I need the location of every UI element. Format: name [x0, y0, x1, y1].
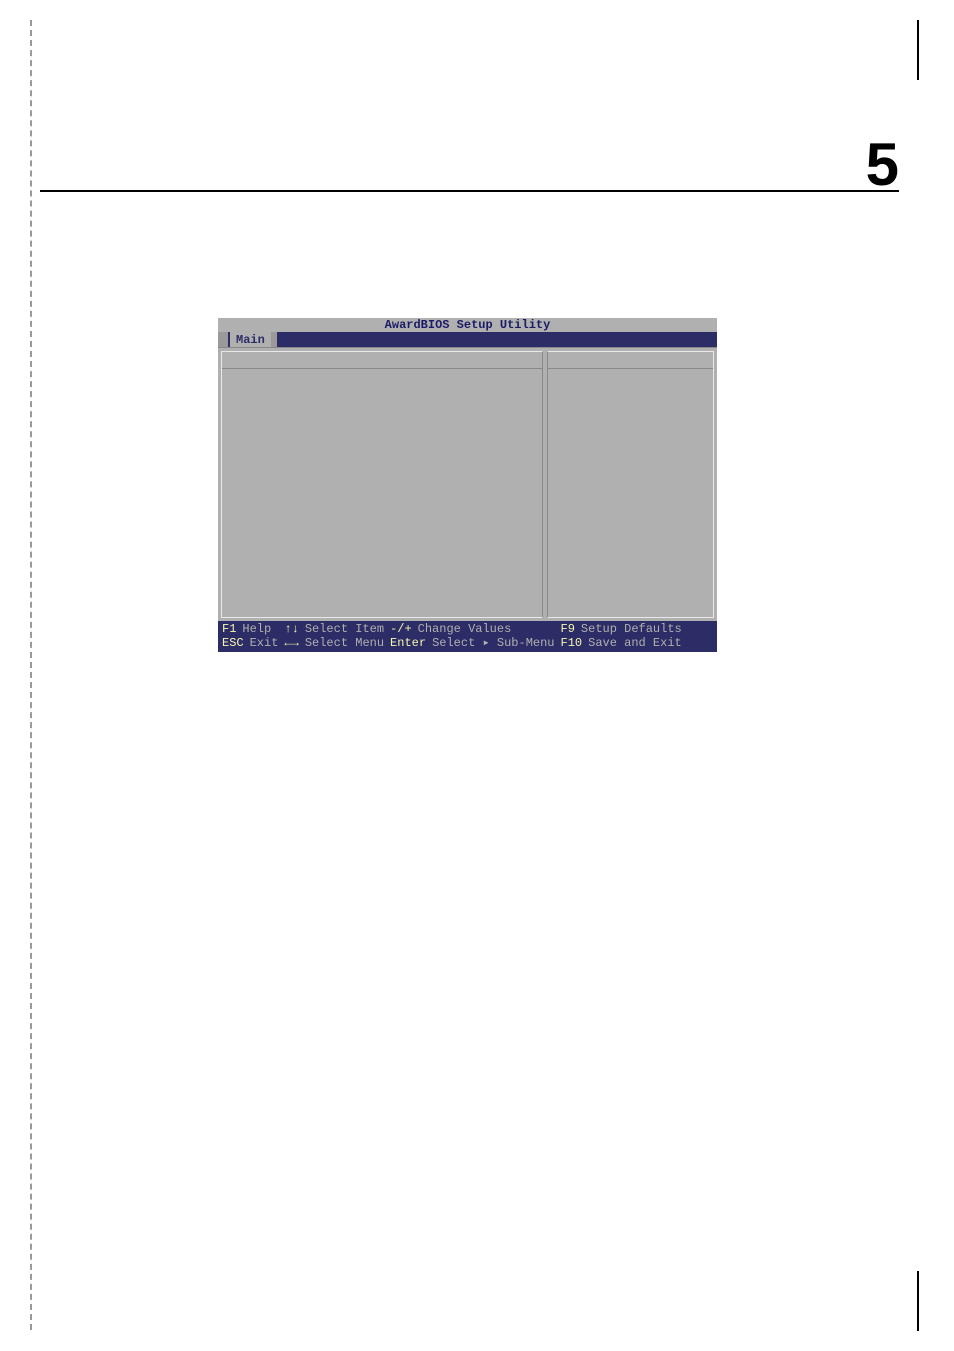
- right-margin-line-top: [917, 20, 919, 80]
- bios-tab-bar: Main: [218, 332, 717, 347]
- footer-label-select-submenu: Select ▸ Sub-Menu: [432, 636, 554, 650]
- tab-notch-left: [218, 332, 228, 347]
- footer-key-enter: Enter: [390, 636, 426, 650]
- footer-col-1: F1 Help ESC Exit: [222, 622, 278, 650]
- footer-key-updown: ↑↓: [284, 622, 298, 636]
- page-frame: 5 AwardBIOS Setup Utility Main F1 Help: [0, 0, 954, 1351]
- footer-label-help: Help: [242, 622, 271, 636]
- bios-window: AwardBIOS Setup Utility Main F1 Help ESC: [218, 318, 717, 652]
- footer-col-2: ↑↓ Select Item ←→ Select Menu: [284, 622, 384, 650]
- footer-label-exit: Exit: [250, 636, 279, 650]
- left-margin-dashed-line: [30, 20, 32, 1330]
- bios-main-panel: [221, 351, 543, 618]
- footer-label-setup-defaults: Setup Defaults: [581, 622, 682, 636]
- footer-key-esc: ESC: [222, 636, 244, 650]
- footer-label-change-values: Change Values: [418, 622, 512, 636]
- bios-body: [218, 347, 717, 621]
- footer-key-f1: F1: [222, 622, 236, 636]
- header-horizontal-rule: [40, 190, 899, 192]
- footer-label-save-exit: Save and Exit: [588, 636, 682, 650]
- tab-notch-right: [271, 332, 277, 347]
- right-margin-line-bottom: [917, 1271, 919, 1331]
- bios-title: AwardBIOS Setup Utility: [218, 318, 717, 332]
- page-number: 5: [866, 130, 899, 199]
- footer-col-3: -/+ Change Values Enter Select ▸ Sub-Men…: [390, 622, 554, 650]
- bios-side-panel-inner: [548, 368, 713, 615]
- footer-label-select-item: Select Item: [305, 622, 384, 636]
- footer-key-f10: F10: [561, 636, 583, 650]
- bios-footer: F1 Help ESC Exit ↑↓ Select Item ←→ Selec…: [218, 621, 717, 652]
- footer-key-f9: F9: [561, 622, 575, 636]
- bios-side-panel: [547, 351, 714, 618]
- footer-col-4: F9 Setup Defaults F10 Save and Exit: [561, 622, 682, 650]
- footer-label-select-menu: Select Menu: [305, 636, 384, 650]
- bios-main-panel-inner: [222, 368, 542, 615]
- footer-key-leftright: ←→: [284, 636, 298, 650]
- footer-key-minusplus: -/+: [390, 622, 412, 636]
- tab-main[interactable]: Main: [230, 332, 271, 347]
